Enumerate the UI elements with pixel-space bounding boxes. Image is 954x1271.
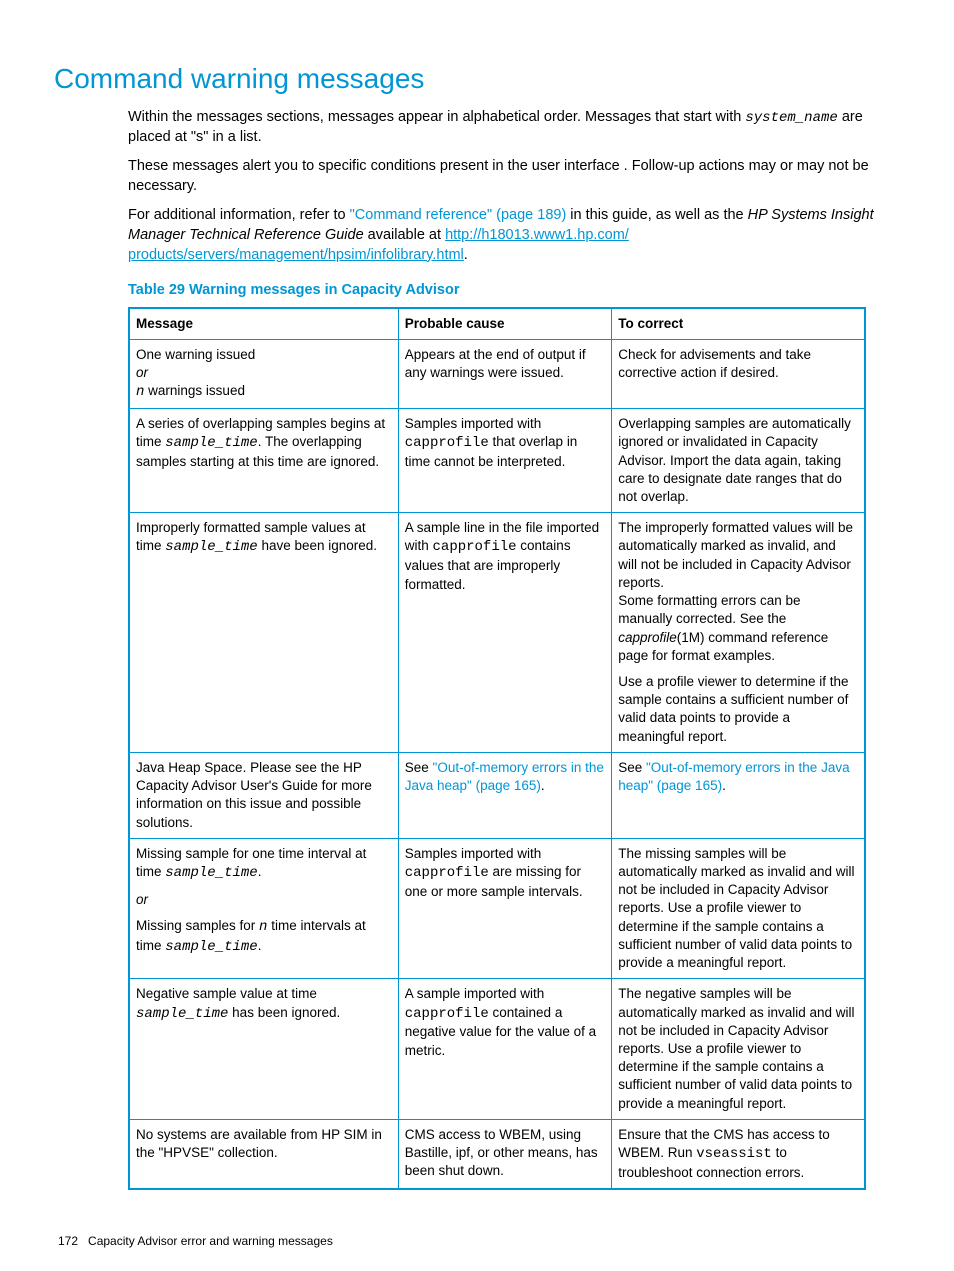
warnings-table: Message Probable cause To correct One wa…: [128, 307, 866, 1191]
cell-message: Missing sample for one time interval at …: [129, 838, 398, 979]
code-sample-time: sample_time: [165, 539, 257, 555]
cell-message: Java Heap Space. Please see the HP Capac…: [129, 752, 398, 838]
table-title: Table 29 Warning messages in Capacity Ad…: [128, 281, 880, 301]
text: in this guide, as well as the: [566, 207, 747, 223]
table-header-row: Message Probable cause To correct: [129, 308, 865, 340]
code-capprofile: capprofile: [405, 1006, 489, 1022]
text: .: [722, 778, 726, 793]
code-system-name: system_name: [745, 110, 837, 126]
cell-cause: A sample line in the file imported with …: [398, 513, 611, 753]
cell-cause: Samples imported with capprofile are mis…: [398, 838, 611, 979]
intro-paragraph-1: Within the messages sections, messages a…: [128, 108, 880, 147]
text: Missing samples for: [136, 918, 259, 933]
col-header-message: Message: [129, 308, 398, 340]
link-hp-url-line2[interactable]: products/servers/management/hpsim/infoli…: [128, 247, 464, 263]
table-row: No systems are available from HP SIM in …: [129, 1119, 865, 1189]
text: .: [258, 938, 262, 953]
cell-cause: A sample imported with capprofile contai…: [398, 979, 611, 1120]
section-heading: Command warning messages: [54, 60, 880, 98]
intro-paragraph-3: For additional information, refer to "Co…: [128, 206, 880, 265]
text-or: or: [136, 891, 392, 909]
cell-cause: CMS access to WBEM, using Bastille, ipf,…: [398, 1119, 611, 1189]
table-row: A series of overlapping samples begins a…: [129, 409, 865, 513]
text: Within the messages sections, messages a…: [128, 109, 745, 125]
cell-correct: The missing samples will be automaticall…: [612, 838, 865, 979]
text: .: [258, 864, 262, 879]
col-header-correct: To correct: [612, 308, 865, 340]
link-oom-errors[interactable]: "Out-of-memory errors in the Java heap" …: [618, 760, 849, 793]
cell-correct: See "Out-of-memory errors in the Java he…: [612, 752, 865, 838]
cell-cause: See "Out-of-memory errors in the Java he…: [398, 752, 611, 838]
text: n warnings issued: [136, 382, 392, 402]
text: Samples imported with: [405, 416, 542, 431]
cell-correct: Ensure that the CMS has access to WBEM. …: [612, 1119, 865, 1189]
table-row: One warning issued or n warnings issued …: [129, 339, 865, 408]
code-sample-time: sample_time: [136, 1006, 228, 1022]
code-sample-time: sample_time: [165, 865, 257, 881]
footer-text: Capacity Advisor error and warning messa…: [88, 1234, 333, 1248]
cell-correct: Overlapping samples are automatically ig…: [612, 409, 865, 513]
page-number: 172: [58, 1234, 78, 1248]
table-row: Java Heap Space. Please see the HP Capac…: [129, 752, 865, 838]
text: One warning issued: [136, 346, 392, 364]
text: Samples imported with: [405, 846, 542, 861]
italic-capprofile: capprofile: [618, 630, 677, 645]
table-row: Improperly formatted sample values at ti…: [129, 513, 865, 753]
text: Use a profile viewer to determine if the…: [618, 673, 858, 746]
table-row: Missing sample for one time interval at …: [129, 838, 865, 979]
text-or: or: [136, 364, 392, 382]
text: For additional information, refer to: [128, 207, 350, 223]
table-row: Negative sample value at time sample_tim…: [129, 979, 865, 1120]
col-header-cause: Probable cause: [398, 308, 611, 340]
text: have been ignored.: [258, 538, 377, 553]
cell-message: No systems are available from HP SIM in …: [129, 1119, 398, 1189]
text: Some formatting errors can be manually c…: [618, 593, 800, 626]
code-capprofile: capprofile: [405, 865, 489, 881]
code-vseassist: vseassist: [696, 1146, 772, 1162]
code-sample-time: sample_time: [165, 435, 257, 451]
code-capprofile: capprofile: [405, 435, 489, 451]
cell-message: Negative sample value at time sample_tim…: [129, 979, 398, 1120]
link-oom-errors[interactable]: "Out-of-memory errors in the Java heap" …: [405, 760, 604, 793]
intro-paragraph-2: These messages alert you to specific con…: [128, 157, 880, 196]
text: .: [541, 778, 545, 793]
text: has been ignored.: [228, 1005, 340, 1020]
link-hp-url-line1[interactable]: http://h18013.www1.hp.com/: [445, 227, 629, 243]
code-capprofile: capprofile: [433, 539, 517, 555]
cell-correct: The negative samples will be automatical…: [612, 979, 865, 1120]
text: warnings issued: [144, 383, 245, 398]
link-command-reference[interactable]: "Command reference" (page 189): [350, 207, 567, 223]
cell-correct: Check for advisements and take correctiv…: [612, 339, 865, 408]
cell-message: One warning issued or n warnings issued: [129, 339, 398, 408]
cell-message: Improperly formatted sample values at ti…: [129, 513, 398, 753]
text: See: [405, 760, 433, 775]
text: Negative sample value at time: [136, 986, 317, 1001]
text: A sample imported with: [405, 986, 545, 1001]
text: The improperly formatted values will be …: [618, 520, 853, 590]
cell-cause: Appears at the end of output if any warn…: [398, 339, 611, 408]
page-footer: 172 Capacity Advisor error and warning m…: [58, 1233, 333, 1249]
cell-correct: The improperly formatted values will be …: [612, 513, 865, 753]
cell-cause: Samples imported with capprofile that ov…: [398, 409, 611, 513]
text: .: [464, 247, 468, 263]
cell-message: A series of overlapping samples begins a…: [129, 409, 398, 513]
code-sample-time: sample_time: [165, 939, 257, 955]
text: See: [618, 760, 646, 775]
text: available at: [364, 227, 445, 243]
